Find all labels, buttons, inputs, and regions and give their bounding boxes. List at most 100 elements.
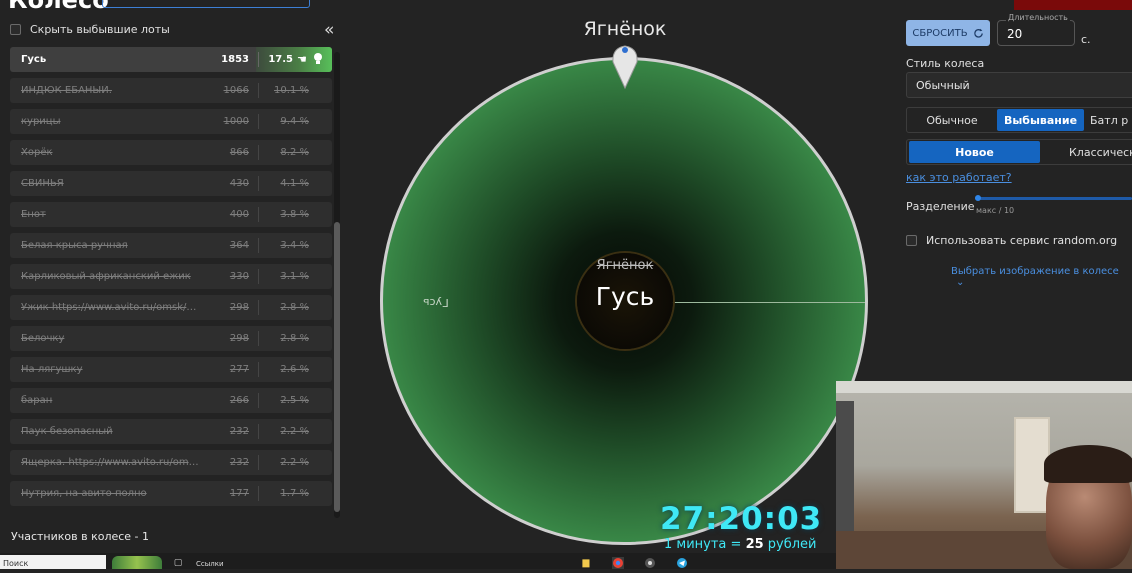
lot-amount: 232 [229, 426, 249, 437]
lot-percent: 17.5 [268, 54, 293, 65]
lot-name: На лягушку [21, 364, 83, 375]
mode-elimination[interactable]: Выбывание [997, 109, 1084, 131]
scroll-thumb[interactable] [334, 222, 340, 512]
chrome-icon[interactable] [612, 557, 624, 569]
split-label: Разделение [906, 200, 975, 213]
lot-amount: 430 [229, 178, 249, 189]
lot-row[interactable]: Ящерка. https://www.avito.ru/omsk/... 23… [10, 450, 332, 475]
random-org-checkbox[interactable] [906, 235, 917, 246]
participants-count: Участников в колесе - 1 [11, 530, 150, 543]
mode-battle[interactable]: Батл р [1090, 109, 1132, 131]
lot-name: баран [21, 395, 53, 406]
lot-row-active[interactable]: Гусь 1853 17.5 ☚ [10, 47, 332, 72]
lot-percent: 2.5 % [280, 395, 309, 406]
lot-input[interactable] [102, 0, 310, 8]
lot-amount: 400 [229, 209, 249, 220]
lot-name: Енот [21, 209, 46, 220]
wheel-center-previous: Ягнёнок [596, 258, 654, 273]
lot-row[interactable]: Паук безопасный 232 2.2 % [10, 419, 332, 444]
hide-eliminated-label: Скрыть выбывшие лоты [30, 23, 170, 36]
lot-percent: 3.8 % [280, 209, 309, 220]
lot-percent: 3.1 % [280, 271, 309, 282]
lot-amount: 277 [229, 364, 249, 375]
lot-row[interactable]: баран 266 2.5 % [10, 388, 332, 413]
taskbar-search-image [112, 556, 162, 569]
rate-value: 25 [745, 537, 764, 552]
choose-image-label: Выбрать изображение в колесе [951, 266, 1119, 277]
lot-amount: 866 [229, 147, 249, 158]
lot-name: СВИНЬЯ [21, 178, 64, 189]
variant-new[interactable]: Новое [909, 141, 1040, 163]
reset-button[interactable]: СБРОСИТЬ [906, 20, 990, 46]
task-view-icon[interactable]: ▢ [172, 557, 184, 569]
split-hint: макс / 10 [976, 206, 1015, 215]
page-title: Колесо [8, 0, 109, 14]
wheel-style-label: Стиль колеса [906, 57, 985, 70]
hand-cursor-icon: ☚ [297, 53, 307, 66]
hide-eliminated-checkbox[interactable] [10, 24, 21, 35]
how-it-works-link[interactable]: как это работает? [906, 171, 1012, 184]
lot-amount: 298 [229, 302, 249, 313]
webcam-ceiling [836, 381, 1132, 393]
lot-name: Нутрия, на авито полно [21, 488, 147, 499]
lot-amount: 232 [229, 457, 249, 468]
folder-icon[interactable]: ▆ [580, 557, 592, 569]
lot-percent: 9.4 % [280, 116, 309, 127]
lot-row[interactable]: СВИНЬЯ 430 4.1 % [10, 171, 332, 196]
lot-percent: 2.2 % [280, 457, 309, 468]
timer-rate: 1 минута = 25 рублей [664, 537, 817, 552]
lots-scrollbar[interactable] [334, 52, 340, 518]
chevron-down-icon: ⌄ [956, 277, 965, 288]
lightbulb-icon[interactable] [313, 52, 323, 66]
overlay-banner [1014, 0, 1132, 10]
random-org-toggle[interactable]: Использовать сервис random.org [906, 234, 1117, 247]
duration-label: Длительность [1006, 13, 1070, 22]
wheel-slice-label: Гусь [423, 296, 449, 309]
mode-normal[interactable]: Обычное [908, 109, 996, 131]
lot-name: Карликовый африканский ежик [21, 271, 191, 282]
lot-name: Белочку [21, 333, 65, 344]
lot-percent: 1.7 % [280, 488, 309, 499]
lot-row[interactable]: курицы 1000 9.4 % [10, 109, 332, 134]
random-org-label: Использовать сервис random.org [926, 234, 1118, 247]
double-chevron-left-icon[interactable]: « [324, 20, 334, 40]
wheel-winner-title: Ягнёнок [583, 18, 667, 40]
lot-amount: 266 [229, 395, 249, 406]
variant-classic[interactable]: Классическо [1069, 141, 1132, 163]
choose-image-link[interactable]: Выбрать изображение в колесе ⌄ [951, 266, 1132, 288]
lot-row[interactable]: Белочку 298 2.8 % [10, 326, 332, 351]
duration-value[interactable]: 20 [1007, 27, 1022, 41]
lot-row[interactable]: Карликовый африканский ежик 330 3.1 % [10, 264, 332, 289]
wheel-center-current: Гусь [595, 282, 655, 311]
lots-list: Гусь 1853 17.5 ☚ ИНДЮК ЁБАНЫЙ. 1066 10.1… [10, 47, 332, 512]
wheel-style-select[interactable]: Обычный [906, 72, 1132, 98]
reset-label: СБРОСИТЬ [912, 27, 968, 39]
lot-name: Ящерка. https://www.avito.ru/omsk/... [21, 457, 201, 468]
webcam-person-hair [1044, 445, 1132, 483]
lot-name: Белая крыса ручная [21, 240, 128, 251]
taskbar-links[interactable]: Ссылки [196, 560, 224, 568]
split-slider[interactable] [975, 197, 1132, 200]
lot-row[interactable]: Нутрия, на авито полно 177 1.7 % [10, 481, 332, 506]
taskbar-search[interactable]: Поиск [0, 555, 106, 569]
lot-percent: 4.1 % [280, 178, 309, 189]
lot-row[interactable]: Белая крыса ручная 364 3.4 % [10, 233, 332, 258]
duration-unit: с. [1081, 33, 1091, 46]
lot-row[interactable]: Хорёк 866 8.2 % [10, 140, 332, 165]
hide-eliminated-toggle[interactable]: Скрыть выбывшие лоты [10, 23, 170, 36]
stream-timer: 27:20:03 [660, 501, 823, 537]
lot-percent: 2.8 % [280, 333, 309, 344]
lot-amount: 1066 [223, 85, 249, 96]
webcam-feed [836, 381, 1132, 569]
telegram-icon[interactable] [676, 557, 688, 569]
lot-amount: 177 [229, 488, 249, 499]
lot-name: Хорёк [21, 147, 53, 158]
lot-row[interactable]: На лягушку 277 2.6 % [10, 357, 332, 382]
lot-name: курицы [21, 116, 61, 127]
split-slider-thumb[interactable] [975, 195, 981, 201]
lot-percent: 3.4 % [280, 240, 309, 251]
obs-icon[interactable] [644, 557, 656, 569]
lot-row[interactable]: ИНДЮК ЁБАНЫЙ. 1066 10.1 % [10, 78, 332, 103]
lot-row[interactable]: Ужик https://www.avito.ru/omsk/dru... 29… [10, 295, 332, 320]
lot-row[interactable]: Енот 400 3.8 % [10, 202, 332, 227]
